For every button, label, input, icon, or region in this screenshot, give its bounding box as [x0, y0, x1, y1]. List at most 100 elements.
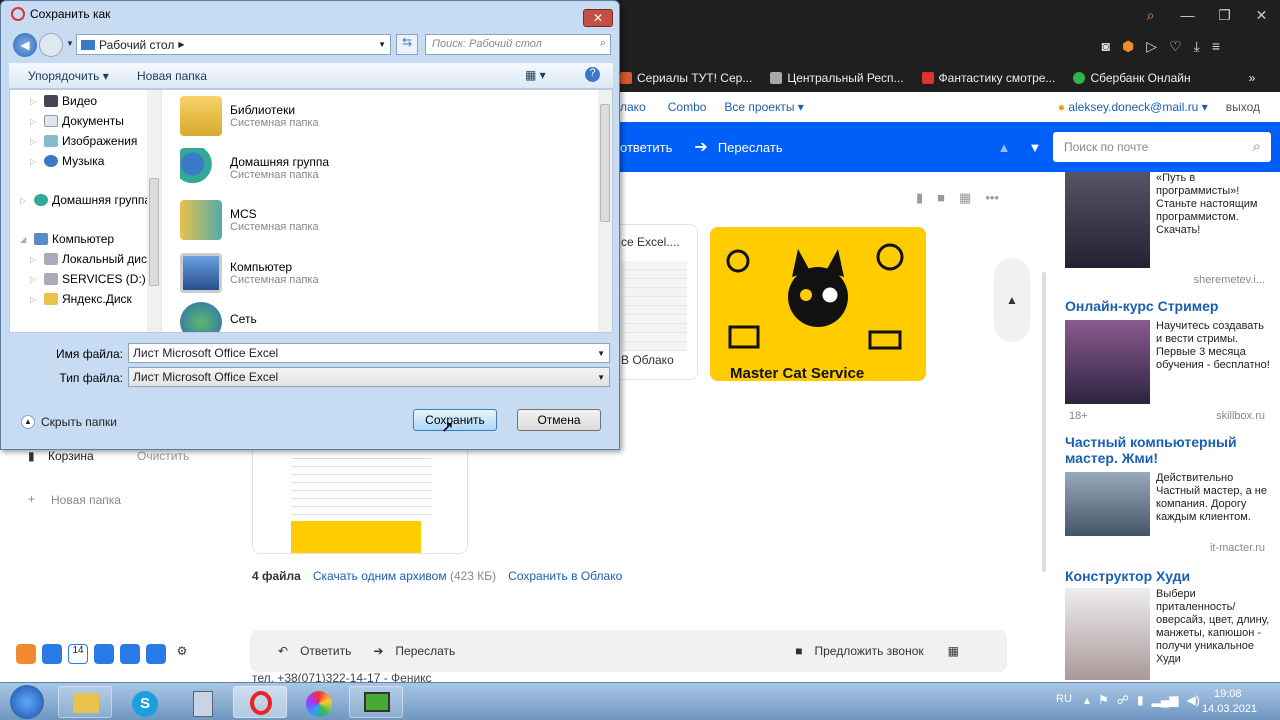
chevron-down-icon[interactable]: ▼ [597, 373, 605, 382]
calendar-icon[interactable]: ▦ [959, 190, 971, 206]
download-archive-link[interactable]: Скачать одним архивом (423 КБ) [313, 569, 496, 583]
scroll-up-button[interactable]: ▲ [994, 258, 1030, 342]
ad-computer-master[interactable]: Частный компьютерный мастер. Жми! Действ… [1065, 434, 1275, 554]
expand-icon[interactable]: ▷ [30, 275, 40, 284]
search-icon[interactable]: ⌕ [1253, 138, 1261, 155]
flag-icon[interactable]: ⚑ [1098, 693, 1109, 707]
minimize-button[interactable]: — [1169, 7, 1206, 23]
chevron-down-icon[interactable]: ▼ [378, 40, 386, 49]
bookmark-icon[interactable]: ▮ [916, 190, 923, 206]
tree-item-services[interactable]: ▷ SERVICES (D:) [30, 272, 146, 286]
dialog-close-button[interactable]: ✕ [583, 9, 613, 27]
play-icon[interactable]: ▷ [1146, 38, 1157, 55]
ad-streamer[interactable]: Онлайн-курс Стример Научитесь создавать … [1065, 298, 1275, 422]
logout-link[interactable]: выход [1226, 100, 1260, 114]
forward-button[interactable]: Переслать [718, 140, 783, 155]
file-item-homegroup[interactable]: Домашняя группа Системная папка [180, 144, 329, 192]
collapse-icon[interactable]: ◢ [20, 235, 30, 244]
next-message-icon[interactable]: ▼ [1028, 140, 1041, 155]
tree-item-images[interactable]: ▷ Изображения [30, 134, 137, 148]
filename-input[interactable]: Лист Microsoft Office Excel ▼ [128, 343, 610, 363]
file-item-computer[interactable]: Компьютер Системная папка [180, 249, 319, 297]
expand-tray-icon[interactable]: ▴ [1084, 693, 1090, 707]
tree-item-music[interactable]: ▷ Музыка [30, 154, 104, 168]
download-icon[interactable]: ⤓ [1194, 38, 1200, 55]
mail-search-input[interactable]: Поиск по почте ⌕ [1053, 132, 1271, 162]
video-app-icon[interactable] [120, 644, 140, 664]
filetype-select[interactable]: Лист Microsoft Office Excel ▼ [128, 367, 610, 387]
bookmark-central[interactable]: Центральный Респ... [770, 71, 904, 85]
forward-button-bottom[interactable]: Переслать [395, 644, 455, 658]
back-button[interactable]: ◀ [13, 33, 37, 57]
discount-app-icon[interactable] [146, 644, 166, 664]
menu-icon[interactable]: ≡ [1212, 38, 1220, 55]
reply-button-bottom[interactable]: Ответить [300, 644, 351, 658]
bookmark-serials[interactable]: Сериалы ТУТ! Сер... [620, 71, 752, 85]
maximize-button[interactable]: ❐ [1206, 7, 1243, 24]
more-bookmarks-icon[interactable]: » [1249, 71, 1256, 85]
tree-item-yandex-disk[interactable]: ▷ Яндекс.Диск [30, 292, 132, 306]
history-dropdown-icon[interactable]: ▼ [66, 39, 74, 48]
contacts-app-icon[interactable] [42, 644, 62, 664]
files-scrollbar[interactable] [598, 90, 612, 332]
clock-time[interactable]: 19:08 [1214, 688, 1242, 700]
signal-icon[interactable]: ▂▄▆ [1152, 693, 1179, 707]
start-button[interactable] [10, 685, 44, 719]
suggest-call-button[interactable]: Предложить звонок [814, 644, 923, 658]
view-icon[interactable]: ▦ ▾ [525, 68, 546, 82]
volume-icon[interactable]: ◀) [1187, 693, 1200, 707]
taskbar-photo-app[interactable] [291, 686, 345, 718]
help-icon[interactable]: ? [585, 67, 600, 82]
more-icon[interactable]: ••• [985, 190, 999, 206]
power-icon[interactable]: ▮ [1137, 693, 1144, 707]
ad-hoodie[interactable]: Конструктор Худи Выбери приталенность/ о… [1065, 568, 1275, 680]
expand-icon[interactable]: ▷ [30, 157, 40, 166]
clear-trash-link[interactable]: Очистить [137, 449, 189, 463]
tree-item-local-disk[interactable]: ▷ Локальный диск [30, 252, 152, 266]
scrollbar-thumb[interactable] [600, 104, 610, 222]
taskbar-explorer[interactable] [58, 686, 112, 718]
gear-icon[interactable]: ⚙ [172, 644, 192, 664]
hide-folders-toggle[interactable]: ▲ Скрыть папки [21, 415, 117, 429]
file-item-mcs[interactable]: MCS Системная папка [180, 196, 319, 244]
attachment-excel[interactable]: ce Excel.... В Облако [610, 224, 698, 380]
taskbar-video-app[interactable] [349, 686, 403, 718]
tree-item-homegroup[interactable]: ▷ Домашняя группа [20, 193, 151, 207]
tree-item-computer[interactable]: ◢ Компьютер [20, 232, 114, 246]
organize-button[interactable]: Упорядочить ▾ [28, 69, 109, 83]
network-icon[interactable]: ☍ [1117, 693, 1129, 707]
save-button[interactable]: Сохранить [413, 409, 497, 431]
new-folder-link[interactable]: Новая папка [51, 493, 121, 507]
tree-item-documents[interactable]: ▷ Документы [30, 114, 124, 128]
file-item-libraries[interactable]: Библиотеки Системная папка [180, 92, 319, 140]
dialog-search-input[interactable]: Поиск: Рабочий стол ⌕ [425, 34, 611, 55]
shield-icon[interactable]: ⬢ [1122, 38, 1134, 55]
video-icon[interactable]: ■ [937, 190, 945, 206]
cloud-app-icon[interactable] [16, 644, 36, 664]
bookmark-fantasy[interactable]: Фантастику смотре... [921, 71, 1055, 85]
scrollbar[interactable] [1042, 272, 1046, 572]
attachment-doc-preview[interactable] [252, 440, 468, 554]
address-bar[interactable]: Рабочий стол ▶ ▼ [76, 34, 391, 55]
calendar-icon[interactable]: ▦ [948, 644, 959, 658]
heart-icon[interactable]: ♡ [1169, 38, 1182, 55]
language-indicator[interactable]: RU [1056, 693, 1072, 705]
expand-icon[interactable]: ▷ [30, 97, 40, 106]
expand-icon[interactable]: ▷ [20, 196, 30, 205]
save-to-cloud-link[interactable]: Сохранить в Облако [508, 569, 622, 583]
expand-icon[interactable]: ▷ [30, 295, 40, 304]
tasks-app-icon[interactable] [94, 644, 114, 664]
expand-icon[interactable]: ▷ [30, 137, 40, 146]
expand-icon[interactable]: ▷ [30, 255, 40, 264]
nav-link-all-projects[interactable]: Все проекты ▾ [724, 100, 803, 114]
close-button[interactable]: ✕ [1243, 7, 1280, 24]
expand-icon[interactable]: ▷ [30, 117, 40, 126]
reply-button[interactable]: ответить [620, 140, 672, 155]
cancel-button[interactable]: Отмена [517, 409, 601, 431]
nav-link-combo[interactable]: Combo [668, 100, 707, 114]
breadcrumb-arrow-icon[interactable]: ▶ [178, 40, 184, 49]
camera-icon[interactable]: ◙ [1102, 38, 1110, 55]
calendar-app-icon[interactable]: 14 [68, 644, 88, 664]
search-icon[interactable]: ⌕ [600, 37, 606, 50]
scrollbar-thumb[interactable] [149, 178, 159, 286]
